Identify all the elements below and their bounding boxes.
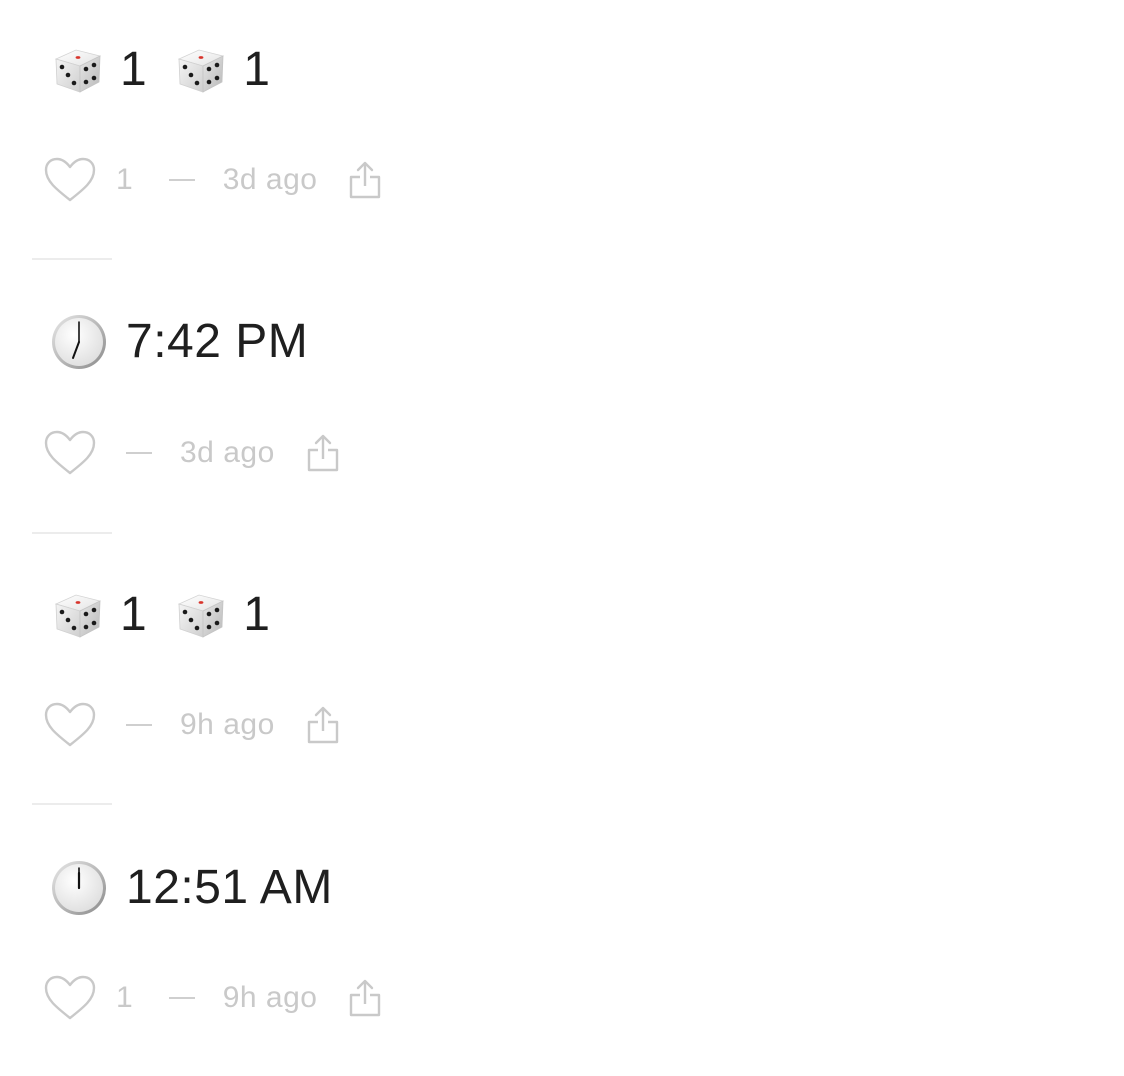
share-icon[interactable] (305, 433, 341, 473)
heart-icon[interactable] (42, 701, 98, 749)
clock-icon (52, 861, 106, 915)
game-die-icon (50, 587, 106, 643)
like-count: 1 (116, 981, 133, 1014)
die-value: 1 (120, 588, 148, 641)
timestamp: 3d ago (180, 436, 275, 469)
timestamp: 9h ago (222, 981, 318, 1014)
post-content: 1 1 (50, 40, 270, 100)
timestamp: 9h ago (180, 708, 275, 741)
heart-icon[interactable] (42, 974, 98, 1022)
separator-dash (126, 724, 152, 726)
post-actions: 1 9h ago (42, 973, 383, 1023)
game-die-icon (173, 587, 229, 643)
post-content: 12:51 AM (50, 858, 333, 918)
like-count: 1 (116, 163, 133, 196)
game-die-icon (50, 42, 106, 98)
die-value: 1 (243, 43, 271, 96)
divider (32, 532, 112, 534)
timestamp: 3d ago (222, 163, 318, 196)
separator-dash (168, 997, 195, 999)
heart-icon[interactable] (42, 429, 98, 477)
heart-icon[interactable] (42, 156, 98, 204)
divider (32, 803, 112, 805)
post-actions: 9h ago (42, 700, 341, 750)
separator-dash (168, 179, 195, 181)
game-die-icon (173, 42, 229, 98)
clock-time-text: 12:51 AM (126, 861, 333, 914)
post-content: 1 1 (50, 585, 270, 645)
divider (32, 258, 112, 260)
die-value: 1 (120, 43, 148, 96)
clock-icon (52, 315, 106, 369)
share-icon[interactable] (347, 978, 383, 1018)
share-icon[interactable] (305, 705, 341, 745)
post-content: 7:42 PM (50, 312, 308, 372)
share-icon[interactable] (347, 160, 383, 200)
separator-dash (126, 452, 152, 454)
post-actions: 1 3d ago (42, 155, 383, 205)
clock-time-text: 7:42 PM (126, 315, 309, 368)
post-actions: 3d ago (42, 428, 341, 478)
die-value: 1 (243, 588, 271, 641)
